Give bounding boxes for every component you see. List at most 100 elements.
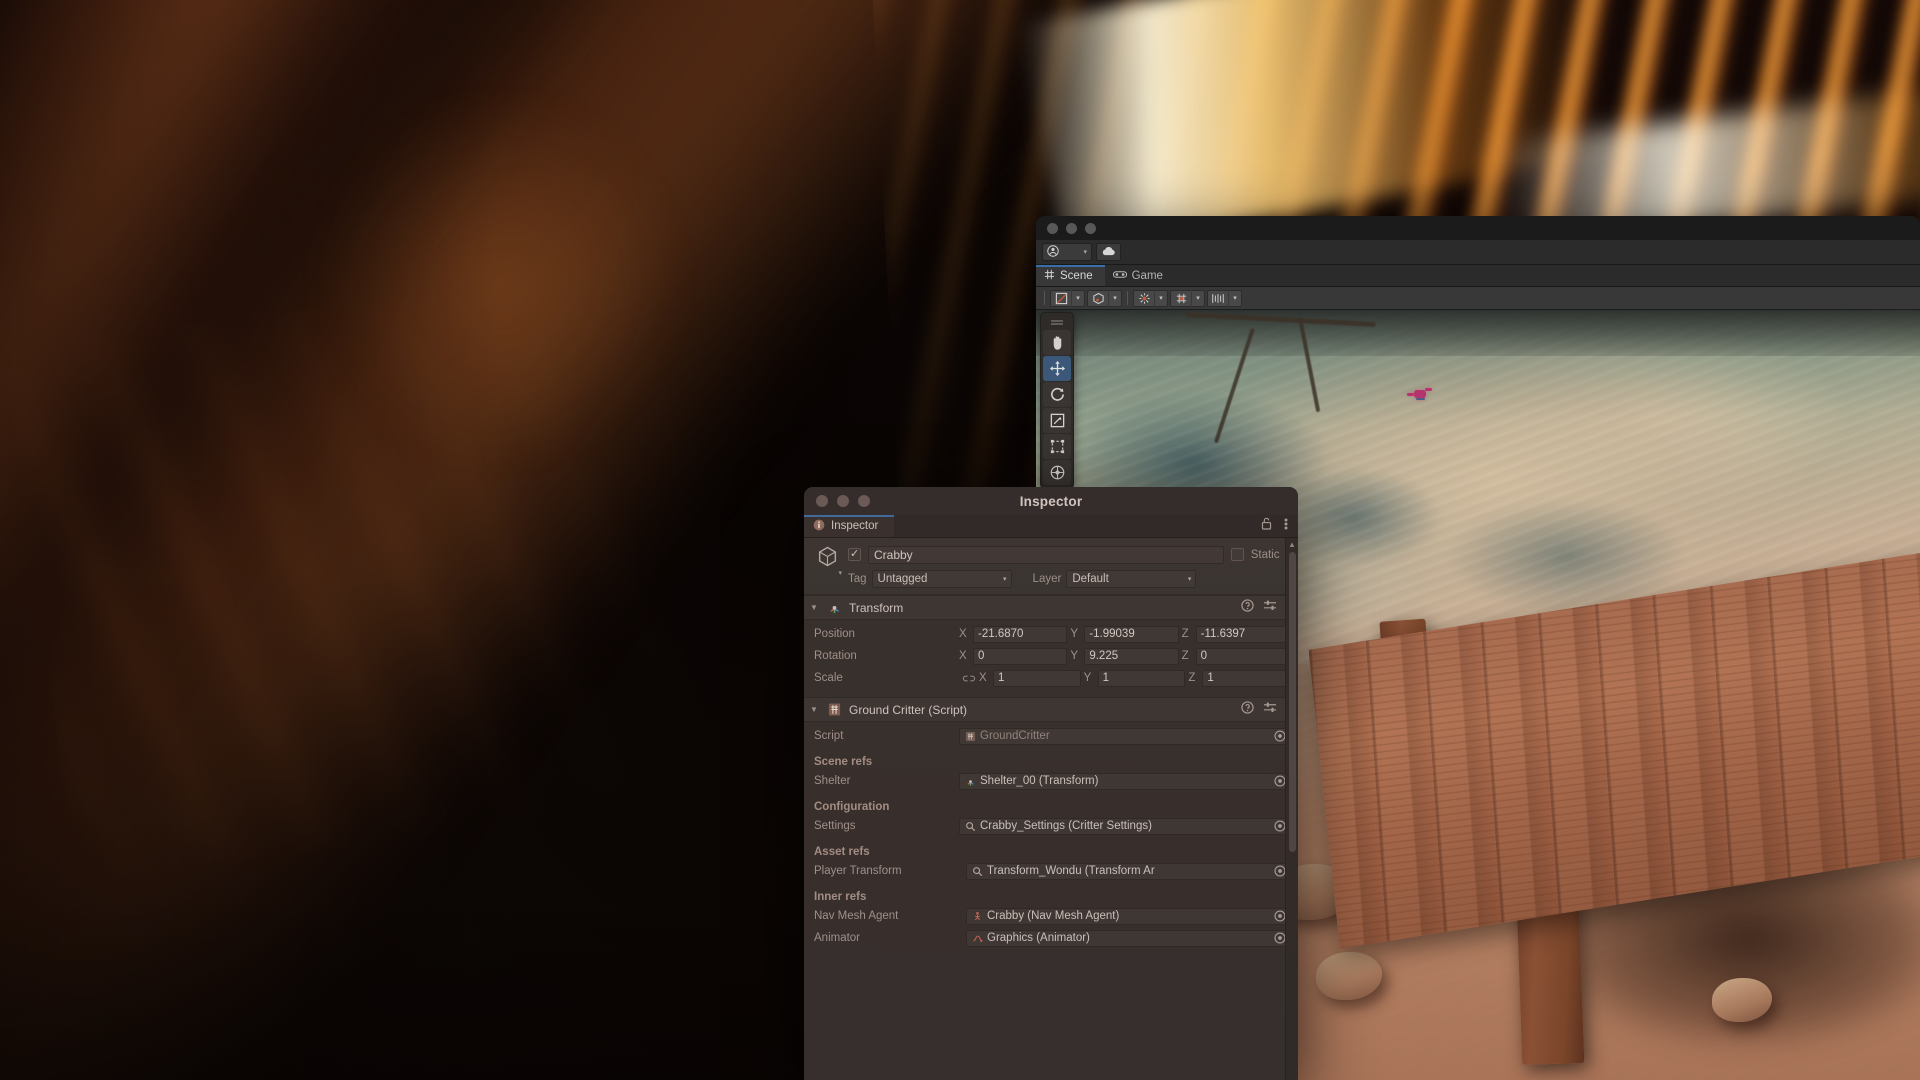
rotation-x-input[interactable]: 0 xyxy=(973,648,1067,665)
lock-icon[interactable] xyxy=(1261,517,1272,535)
gameobject-enabled-checkbox[interactable] xyxy=(848,548,861,561)
inspector-window[interactable]: Inspector Inspector ▾ xyxy=(804,487,1298,1080)
scale-z-input[interactable]: 1 xyxy=(1202,670,1290,687)
effects-caret-icon[interactable]: ▾ xyxy=(1228,290,1241,307)
unity-view-tabs[interactable]: Scene Game xyxy=(1036,265,1920,287)
scale-y-input[interactable]: 1 xyxy=(1098,670,1186,687)
scrollbar-thumb[interactable] xyxy=(1289,552,1296,852)
layer-dropdown[interactable]: Default ▾ xyxy=(1066,570,1196,588)
settings-object-field[interactable]: Crabby_Settings (Critter Settings) xyxy=(959,818,1290,835)
help-icon[interactable] xyxy=(1241,701,1254,719)
preset-icon[interactable] xyxy=(1263,599,1277,617)
scale-tool[interactable] xyxy=(1043,408,1071,433)
inspector-close-button[interactable] xyxy=(816,495,828,507)
toolbar-separator xyxy=(1044,291,1045,305)
inspector-body[interactable]: ▾ Crabby Static ▾ Tag Untagged ▾ Layer xyxy=(804,538,1298,1080)
settings-label: Settings xyxy=(814,820,959,832)
gameobject-dropdown-caret-icon[interactable]: ▾ xyxy=(838,569,842,577)
position-x-input[interactable]: -21.6870 xyxy=(973,626,1067,643)
2d-mode-caret-icon[interactable]: ▾ xyxy=(1108,290,1121,307)
section-asset-refs: Asset refs xyxy=(814,838,1290,861)
unity-window-titlebar[interactable] xyxy=(1036,216,1920,240)
broken-link-icon[interactable] xyxy=(959,673,979,684)
kebab-menu-icon[interactable] xyxy=(1284,517,1288,536)
shelter-label: Shelter xyxy=(814,775,959,787)
scene-tool-palette[interactable] xyxy=(1040,312,1074,489)
lighting-caret-icon[interactable]: ▾ xyxy=(1154,290,1167,307)
rotation-z-input[interactable]: 0 xyxy=(1196,648,1290,665)
gameobject-name-input[interactable]: Crabby xyxy=(868,546,1224,564)
tab-scene[interactable]: Scene xyxy=(1036,265,1105,286)
inspector-minimize-button[interactable] xyxy=(837,495,849,507)
inspector-tab-tools[interactable] xyxy=(1261,515,1298,537)
scriptable-object-icon xyxy=(971,866,983,877)
ground-critter-tools[interactable] xyxy=(1241,701,1290,719)
section-scene-refs: Scene refs xyxy=(814,748,1290,771)
rect-tool[interactable] xyxy=(1043,434,1071,459)
scale-x-input[interactable]: 1 xyxy=(993,670,1081,687)
audio-caret-icon[interactable]: ▾ xyxy=(1191,290,1204,307)
window-close-button[interactable] xyxy=(1047,223,1058,234)
tool-drag-handle[interactable] xyxy=(1041,316,1073,329)
script-object-field[interactable]: GroundCritter xyxy=(959,728,1290,745)
shelter-value: Shelter_00 (Transform) xyxy=(980,775,1098,787)
transform-foldout-icon[interactable]: ▼ xyxy=(810,603,819,612)
sun-icon[interactable] xyxy=(1134,290,1154,307)
fx-icon[interactable] xyxy=(1208,290,1228,307)
position-z-axis-label: Z xyxy=(1182,628,1193,640)
navmesh-agent-icon xyxy=(971,911,983,922)
scene-view-toolbar[interactable]: ▾ ▾ ▾ ▾ ▾ xyxy=(1036,287,1920,310)
audio-control[interactable]: ▾ xyxy=(1170,290,1205,307)
draw-mode-caret-icon[interactable]: ▾ xyxy=(1071,290,1084,307)
unity-main-toolbar[interactable]: ▾ xyxy=(1036,240,1920,265)
move-tool[interactable] xyxy=(1043,356,1071,381)
effects-control[interactable]: ▾ xyxy=(1207,290,1242,307)
crab-character[interactable] xyxy=(1407,387,1433,403)
inspector-titlebar[interactable]: Inspector xyxy=(804,487,1298,515)
account-dropdown[interactable]: ▾ xyxy=(1042,243,1092,261)
cube-icon[interactable] xyxy=(1088,290,1108,307)
hand-tool[interactable] xyxy=(1043,330,1071,355)
position-z-input[interactable]: -11.6397 xyxy=(1196,626,1290,643)
gameobject-header[interactable]: ▾ Crabby Static ▾ Tag Untagged ▾ Layer xyxy=(804,538,1298,595)
draw-mode-control[interactable]: ▾ xyxy=(1050,290,1085,307)
transform-rotation-row: Rotation X 0 Y 9.225 Z 0 xyxy=(814,646,1290,666)
inspector-tabbar[interactable]: Inspector xyxy=(804,515,1298,538)
transform-tool[interactable] xyxy=(1043,460,1071,485)
help-icon[interactable] xyxy=(1241,599,1254,617)
ground-critter-header[interactable]: ▼ Ground Critter (Script) xyxy=(804,697,1298,722)
lighting-control[interactable]: ▾ xyxy=(1133,290,1168,307)
transform-header[interactable]: ▼ Transform xyxy=(804,595,1298,620)
position-y-input[interactable]: -1.99039 xyxy=(1084,626,1178,643)
nav-mesh-agent-object-field[interactable]: Crabby (Nav Mesh Agent) xyxy=(966,908,1290,925)
shelter-object-field[interactable]: Shelter_00 (Transform) xyxy=(959,773,1290,790)
ground-critter-foldout-icon[interactable]: ▼ xyxy=(810,705,819,714)
shaded-icon[interactable] xyxy=(1051,290,1071,307)
tab-game[interactable]: Game xyxy=(1105,265,1175,286)
cloud-button[interactable] xyxy=(1096,243,1121,261)
tab-game-label: Game xyxy=(1132,270,1163,282)
player-transform-object-field[interactable]: Transform_Wondu (Transform Ar xyxy=(966,863,1290,880)
transform-tools[interactable] xyxy=(1241,599,1290,617)
tag-dropdown[interactable]: Untagged ▾ xyxy=(872,570,1012,588)
preset-icon[interactable] xyxy=(1263,701,1277,719)
2d-mode-control[interactable]: ▾ xyxy=(1087,290,1122,307)
window-zoom-button[interactable] xyxy=(1085,223,1096,234)
component-transform[interactable]: ▼ Transform xyxy=(804,595,1298,697)
static-checkbox[interactable] xyxy=(1231,548,1244,561)
transform-title: Transform xyxy=(849,601,1234,615)
position-y-axis-label: Y xyxy=(1070,628,1081,640)
window-minimize-button[interactable] xyxy=(1066,223,1077,234)
rotation-y-input[interactable]: 9.225 xyxy=(1084,648,1178,665)
ground-critter-title: Ground Critter (Script) xyxy=(849,703,1234,717)
animator-object-field[interactable]: Graphics (Animator) xyxy=(966,930,1290,947)
inspector-scrollbar[interactable]: ▲ xyxy=(1285,538,1298,1080)
tab-inspector[interactable]: Inspector xyxy=(804,515,894,537)
component-ground-critter[interactable]: ▼ Ground Critter (Script) xyxy=(804,697,1298,957)
inspector-zoom-button[interactable] xyxy=(858,495,870,507)
rotate-tool[interactable] xyxy=(1043,382,1071,407)
scrollbar-up-arrow-icon[interactable]: ▲ xyxy=(1286,538,1298,550)
transform-axis-icon xyxy=(826,600,842,616)
grid-overlay-icon[interactable] xyxy=(1171,290,1191,307)
crab-claw-left xyxy=(1407,393,1414,396)
